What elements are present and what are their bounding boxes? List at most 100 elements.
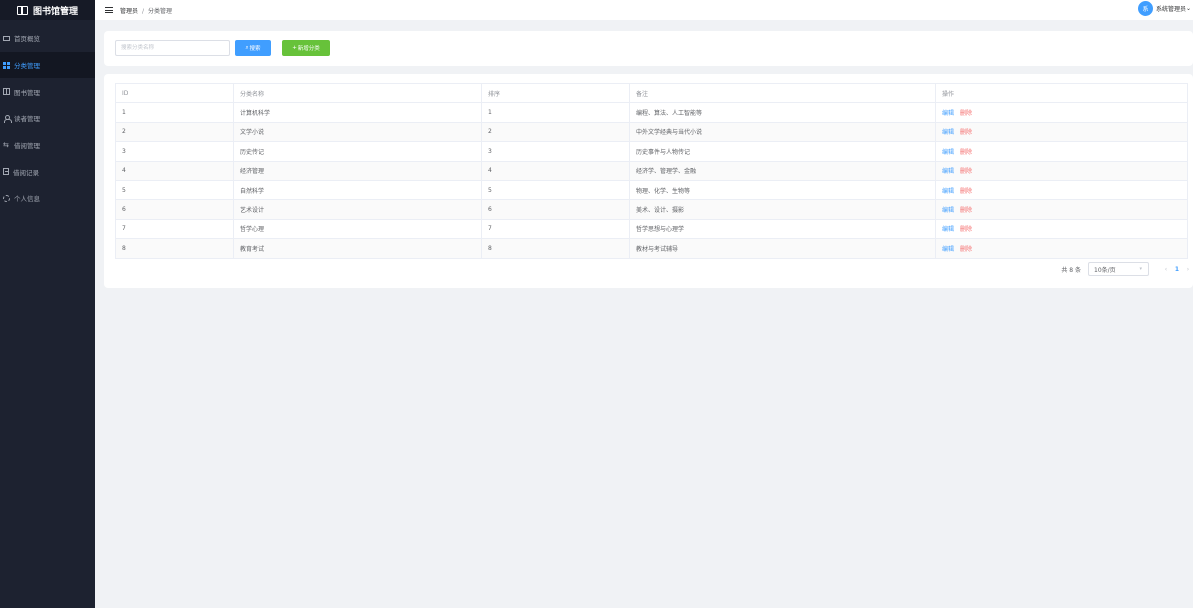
delete-button[interactable]: 删除 [960, 168, 972, 175]
edit-button[interactable]: 编辑 [942, 207, 954, 214]
cell-name: 计算机科学 [233, 102, 482, 123]
sidebar-item-readers[interactable]: 读者管理 [0, 105, 95, 132]
edit-button[interactable]: 编辑 [942, 226, 954, 233]
cell-sort: 4 [481, 161, 630, 181]
sidebar-item-books[interactable]: 图书管理 [0, 78, 95, 105]
username: 系统管理员 [1155, 6, 1186, 13]
logo: 图书馆管理 [0, 0, 95, 20]
grid-icon [3, 61, 10, 69]
table-row: 4 经济管理 4 经济学、管理学、金融 编辑 删除 [115, 161, 1188, 181]
cell-name: 哲学心理 [233, 219, 482, 240]
top-header: 管理员 / 分类管理 系 系统管理员 ⌄ [95, 0, 1193, 20]
table-row: 8 教育考试 8 教材与考试辅导 编辑 删除 [115, 238, 1188, 259]
book-icon [3, 88, 10, 96]
table-header-row: ID 分类名称 排序 备注 操作 [115, 83, 1188, 104]
breadcrumb-item-current: 分类管理 [148, 7, 173, 15]
breadcrumb-item-root[interactable]: 管理员 [120, 8, 138, 15]
column-header-id: ID [115, 83, 234, 104]
cell-actions: 编辑 删除 [935, 122, 1188, 143]
delete-button[interactable]: 删除 [960, 246, 972, 253]
search-button-label: 搜索 [249, 46, 261, 52]
hamburger-menu-icon[interactable] [105, 7, 113, 13]
edit-button[interactable]: 编辑 [942, 188, 954, 195]
delete-button[interactable]: 删除 [960, 129, 972, 136]
chevron-down-icon: ⌄ [1185, 5, 1191, 12]
cell-name: 艺术设计 [233, 199, 482, 220]
sidebar-item-label: 个人信息 [14, 195, 40, 204]
cell-name: 历史传记 [233, 141, 482, 162]
avatar: 系 [1137, 1, 1153, 16]
sidebar-item-profile[interactable]: 个人信息 [0, 185, 95, 212]
column-header-actions: 操作 [935, 83, 1188, 104]
document-icon [3, 168, 9, 176]
next-page-button[interactable]: › [1183, 266, 1193, 273]
cell-id: 7 [115, 219, 234, 240]
sidebar-item-category[interactable]: 分类管理 [0, 51, 95, 79]
cell-remark: 中外文学经典与当代小说 [629, 122, 936, 143]
sidebar-item-label: 借阅记录 [13, 168, 39, 177]
cell-sort: 7 [481, 219, 630, 240]
table-card: ID 分类名称 排序 备注 操作 1 计算机科学 1 编程、算法、人工智能等 编… [104, 74, 1193, 288]
cell-actions: 编辑 删除 [935, 102, 1188, 123]
cell-actions: 编辑 删除 [935, 161, 1188, 181]
category-table: ID 分类名称 排序 备注 操作 1 计算机科学 1 编程、算法、人工智能等 编… [115, 83, 1188, 259]
cell-id: 6 [115, 199, 234, 220]
sidebar-item-borrow[interactable]: ⇆ 借阅管理 [0, 132, 95, 159]
page-number-button[interactable]: 1 [1171, 266, 1183, 273]
column-header-remark: 备注 [629, 83, 936, 104]
edit-button[interactable]: 编辑 [942, 110, 954, 117]
page-size-select[interactable]: 10条/页 ▾ [1088, 262, 1149, 276]
add-category-button[interactable]: + 新增分类 [282, 40, 330, 56]
table-row: 3 历史传记 3 历史事件与人物传记 编辑 删除 [115, 141, 1188, 162]
cell-name: 文学小说 [233, 122, 482, 143]
user-menu[interactable]: 系 系统管理员 ⌄ [1137, 1, 1191, 16]
cell-sort: 3 [481, 141, 630, 162]
sidebar-item-label: 读者管理 [14, 115, 40, 124]
table-row: 6 艺术设计 6 美术、设计、摄影 编辑 删除 [115, 199, 1188, 220]
delete-button[interactable]: 删除 [960, 207, 972, 214]
cell-id: 3 [115, 141, 234, 162]
edit-button[interactable]: 编辑 [942, 168, 954, 175]
user-icon [3, 114, 12, 123]
search-button[interactable]: ⌕ 搜索 [235, 40, 271, 56]
edit-button[interactable]: 编辑 [942, 129, 954, 136]
cell-sort: 2 [481, 122, 630, 143]
delete-button[interactable]: 删除 [960, 149, 972, 156]
pagination-total: 共 8 条 [1061, 266, 1081, 274]
search-card: ⌕搜索 +新增分类 [104, 31, 1193, 66]
sidebar-item-records[interactable]: 借阅记录 [0, 158, 95, 185]
prev-page-button[interactable]: ‹ [1161, 266, 1171, 273]
chevron-down-icon: ▾ [1139, 266, 1142, 272]
delete-button[interactable]: 删除 [960, 226, 972, 233]
cell-actions: 编辑 删除 [935, 199, 1188, 220]
table-row: 1 计算机科学 1 编程、算法、人工智能等 编辑 删除 [115, 102, 1188, 123]
sidebar-item-label: 图书管理 [14, 88, 40, 97]
cell-actions: 编辑 删除 [935, 141, 1188, 162]
monitor-icon [3, 35, 10, 42]
search-icon: ⌕ [245, 44, 249, 51]
sidebar: 图书馆管理 首页概览 分类管理 图书管理 读者管理 ⇆ 借阅管理 借阅记录 个人… [0, 0, 95, 608]
swap-icon: ⇆ [3, 140, 9, 149]
column-header-sort: 排序 [481, 83, 630, 104]
search-input[interactable] [115, 40, 230, 56]
cell-remark: 教材与考试辅导 [629, 238, 936, 259]
sidebar-item-label: 借阅管理 [14, 142, 40, 151]
delete-button[interactable]: 删除 [960, 188, 972, 195]
breadcrumb: 管理员 / 分类管理 [120, 6, 172, 15]
cell-remark: 编程、算法、人工智能等 [629, 102, 936, 123]
cell-sort: 8 [481, 238, 630, 259]
cell-name: 经济管理 [233, 161, 482, 181]
edit-button[interactable]: 编辑 [942, 149, 954, 156]
cell-actions: 编辑 删除 [935, 180, 1188, 201]
table-row: 5 自然科学 5 物理、化学、生物等 编辑 删除 [115, 180, 1188, 201]
column-header-name: 分类名称 [233, 83, 482, 104]
edit-button[interactable]: 编辑 [942, 246, 954, 253]
cell-sort: 6 [481, 199, 630, 220]
sidebar-menu: 首页概览 分类管理 图书管理 读者管理 ⇆ 借阅管理 借阅记录 个人信息 [0, 25, 95, 212]
sidebar-item-home[interactable]: 首页概览 [0, 25, 95, 52]
cell-name: 教育考试 [233, 238, 482, 259]
delete-button[interactable]: 删除 [960, 110, 972, 117]
add-button-label: 新增分类 [297, 46, 320, 52]
breadcrumb-separator: / [142, 7, 145, 15]
cell-remark: 哲学思想与心理学 [629, 219, 936, 240]
